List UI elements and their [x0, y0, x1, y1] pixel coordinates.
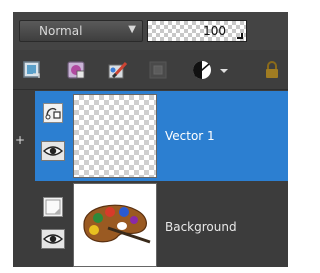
- visibility-eye-icon[interactable]: [41, 229, 65, 249]
- lock-icon[interactable]: [261, 59, 283, 81]
- brush-layer-icon[interactable]: [107, 59, 129, 81]
- blend-mode-dropdown[interactable]: Normal ▼: [19, 20, 143, 42]
- new-layer-icon[interactable]: [21, 59, 43, 81]
- layer-name: Vector 1: [165, 129, 215, 143]
- layers-panel: Normal ▼ 100 + Vector 1 Background: [0, 0, 293, 273]
- layer-thumbnail: [73, 94, 157, 178]
- expand-icon[interactable]: +: [15, 133, 25, 147]
- blend-mode-label: Normal: [39, 24, 83, 38]
- blend-row: Normal ▼ 100: [13, 12, 288, 50]
- chevron-down-icon: ▼: [128, 24, 136, 35]
- layer-list: + Vector 1 Background: [13, 91, 288, 267]
- opacity-value: 100: [203, 24, 226, 38]
- resize-grip-icon: [237, 33, 243, 39]
- visibility-eye-icon[interactable]: [41, 141, 65, 161]
- chevron-down-icon[interactable]: [213, 59, 228, 81]
- layers-toolbar: [13, 50, 288, 90]
- adjustment-layer-icon[interactable]: [191, 59, 213, 81]
- palette-image: [83, 204, 151, 244]
- raster-layer-icon: [43, 197, 63, 217]
- layer-name: Background: [165, 220, 237, 234]
- vector-layer-icon: [43, 103, 63, 123]
- layer-thumbnail: [73, 183, 157, 267]
- layer-row-vector-1[interactable]: Vector 1: [35, 91, 288, 181]
- layer-mask-icon[interactable]: [65, 59, 87, 81]
- layers-panel-body: Normal ▼ 100 + Vector 1 Background: [13, 12, 288, 267]
- layer-row-background[interactable]: Background: [35, 183, 288, 267]
- group-layer-icon[interactable]: [147, 59, 169, 81]
- opacity-field[interactable]: 100: [147, 20, 247, 42]
